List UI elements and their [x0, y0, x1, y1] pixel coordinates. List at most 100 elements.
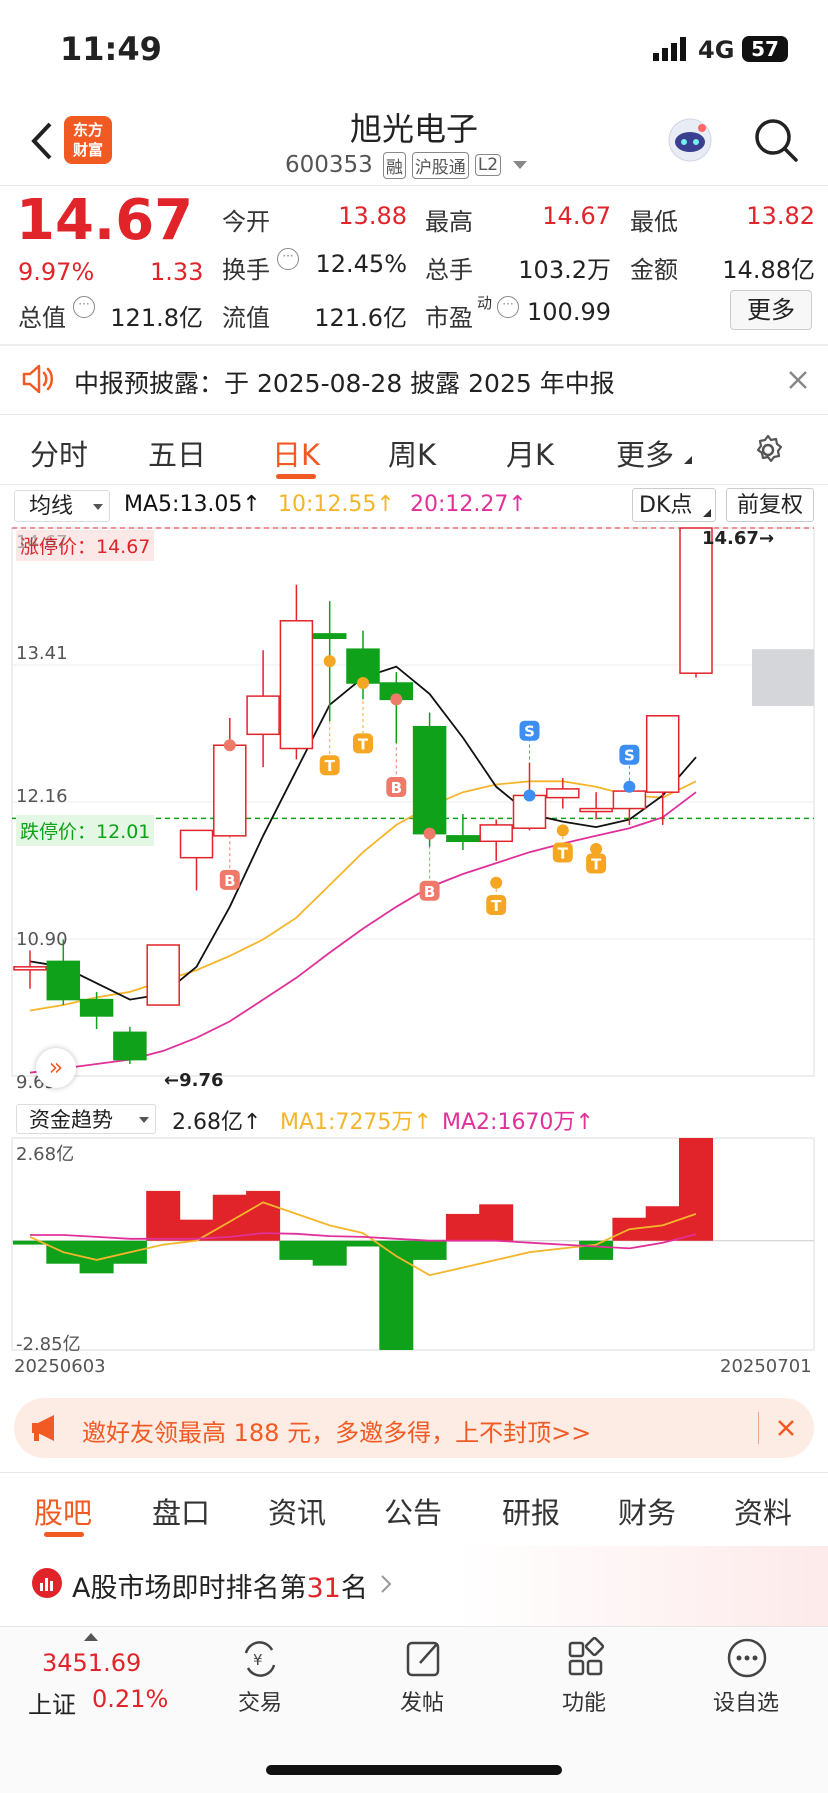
flow-ma2-readout: MA2:1670万↑ — [442, 1104, 594, 1136]
flow-bar — [445, 1213, 480, 1241]
flow-select[interactable]: 资金趋势 — [16, 1104, 156, 1134]
last-price: 14.67 — [16, 188, 194, 253]
kline-chart[interactable]: B T T B B T S T T S — [0, 524, 828, 1100]
dropdown-corner-icon — [684, 456, 692, 464]
adjust-button[interactable]: 前复权 — [726, 488, 814, 522]
nav-trade[interactable]: 交易 — [200, 1685, 320, 1717]
tag-l2: L2 — [474, 154, 502, 176]
flow-bar — [412, 1240, 447, 1260]
flow-bar — [645, 1206, 680, 1241]
tab-more[interactable]: 更多 — [616, 432, 674, 474]
active-tab-indicator — [44, 1532, 84, 1537]
open-label: 今开 — [222, 208, 270, 236]
tab-intraday[interactable]: 分时 — [30, 432, 88, 474]
search-icon[interactable] — [752, 116, 800, 164]
candle-body — [79, 998, 114, 1017]
pe-label: 市盈 — [425, 304, 473, 332]
trade-icon[interactable]: ¥ — [238, 1639, 282, 1679]
signal-dot — [390, 693, 403, 706]
expand-chart-button[interactable]: » — [36, 1048, 76, 1088]
grid-function-icon[interactable] — [566, 1636, 606, 1679]
tab-research[interactable]: 研报 — [502, 1490, 560, 1532]
edit-post-icon[interactable] — [404, 1637, 444, 1679]
date-end: 20250701 — [720, 1356, 812, 1377]
tag-connect: 沪股通 — [411, 151, 469, 179]
high-label: 最高 — [425, 208, 473, 236]
flow-axis-bottom: -2.85亿 — [16, 1334, 81, 1355]
tab-weekly-k[interactable]: 周K — [388, 432, 436, 474]
limit-down-label: 跌停价：12.01 — [16, 815, 155, 846]
gear-icon[interactable] — [752, 434, 784, 466]
turnover-label: 换手 — [222, 256, 270, 284]
robot-assistant-icon[interactable] — [666, 116, 714, 164]
bar-chart-icon — [32, 1568, 62, 1598]
close-icon[interactable] — [776, 1418, 796, 1438]
signal-letter: S — [624, 747, 635, 765]
chevron-down-icon — [93, 504, 103, 510]
tab-announcements[interactable]: 公告 — [384, 1490, 442, 1532]
ma5-readout: MA5:13.05↑ — [124, 492, 261, 517]
dk-point-button[interactable]: DK点 — [632, 488, 716, 522]
more-dots-icon[interactable] — [726, 1637, 768, 1679]
rank-banner[interactable]: A股市场即时排名第31名 — [0, 1546, 828, 1626]
tab-5day[interactable]: 五日 — [148, 432, 206, 474]
flow-value-readout: 2.68亿↑ — [172, 1104, 261, 1136]
nav-functions[interactable]: 功能 — [524, 1685, 644, 1717]
battery-icon: 57 — [742, 36, 788, 62]
tab-monthly-k[interactable]: 月K — [506, 432, 554, 474]
more-button[interactable]: 更多 — [730, 290, 812, 330]
date-start: 20250603 — [14, 1356, 106, 1377]
promo-banner[interactable]: 邀好友领最高 188 元，多邀多得，上不封顶>> — [14, 1398, 814, 1458]
tab-profile[interactable]: 资料 — [734, 1490, 792, 1532]
arrow-up-icon: ↑ — [508, 492, 527, 517]
notice-text[interactable]: 中报预披露：于 2025-08-28 披露 2025 年中报 — [74, 364, 615, 400]
axis-label-3: 12.16 — [16, 786, 68, 807]
close-icon[interactable] — [786, 368, 810, 392]
signal-dot — [357, 677, 369, 690]
chevron-down-icon — [513, 161, 528, 169]
ma-select-label: 均线 — [29, 494, 74, 519]
volume-label: 总手 — [425, 256, 473, 284]
last-price-marker: 14.67→ — [702, 528, 775, 549]
signal-dot — [423, 827, 436, 840]
amount-value: 14.88亿 — [722, 256, 815, 284]
low-label: 最低 — [630, 208, 678, 236]
speaker-icon — [20, 362, 54, 396]
nav-add-watchlist[interactable]: 设自选 — [686, 1685, 806, 1717]
axis-label-4: 10.90 — [16, 929, 68, 950]
candle-body — [246, 695, 280, 736]
pe-value: 100.99 — [527, 298, 611, 326]
status-time: 11:49 — [60, 30, 162, 68]
signal-letter: T — [325, 757, 336, 775]
info-icon[interactable]: ··· — [277, 248, 299, 270]
tab-orderbook[interactable]: 盘口 — [152, 1490, 210, 1532]
tag-margin: 融 — [382, 151, 406, 179]
info-icon[interactable]: ··· — [73, 296, 95, 318]
volume-value: 103.2万 — [518, 256, 611, 284]
tab-forum[interactable]: 股吧 — [34, 1490, 92, 1532]
tab-daily-k[interactable]: 日K — [272, 432, 320, 474]
caret-up-icon — [84, 1633, 98, 1641]
min-price-marker: ←9.76 — [164, 1070, 224, 1091]
axis-label-top: 14.67 — [16, 532, 68, 553]
index-value[interactable]: 3451.69 — [42, 1649, 141, 1677]
bottom-nav: 3451.69 上证 0.21% ¥ 交易 发帖 功能 设自选 — [0, 1626, 828, 1793]
tab-news[interactable]: 资讯 — [268, 1490, 326, 1532]
candle-body — [546, 788, 580, 799]
nav-post[interactable]: 发帖 — [362, 1685, 482, 1717]
rank-number: 31 — [306, 1573, 341, 1604]
axis-label-2: 13.41 — [16, 643, 68, 664]
open-value: 13.88 — [338, 202, 407, 230]
signal-letter: T — [591, 855, 602, 873]
stock-code-row[interactable]: 600353 融 沪股通 L2 — [285, 150, 528, 180]
flow-value: 2.68亿 — [172, 1110, 243, 1135]
fund-flow-chart[interactable] — [0, 1136, 828, 1354]
signal-dot — [623, 780, 636, 793]
tab-finance[interactable]: 财务 — [618, 1490, 676, 1532]
promo-divider — [758, 1412, 759, 1444]
candle-body — [113, 1031, 147, 1061]
change-abs: 1.33 — [150, 258, 204, 286]
signal-letter: B — [224, 872, 235, 890]
candle-body — [446, 835, 480, 843]
ma-select[interactable]: 均线 — [14, 490, 110, 522]
